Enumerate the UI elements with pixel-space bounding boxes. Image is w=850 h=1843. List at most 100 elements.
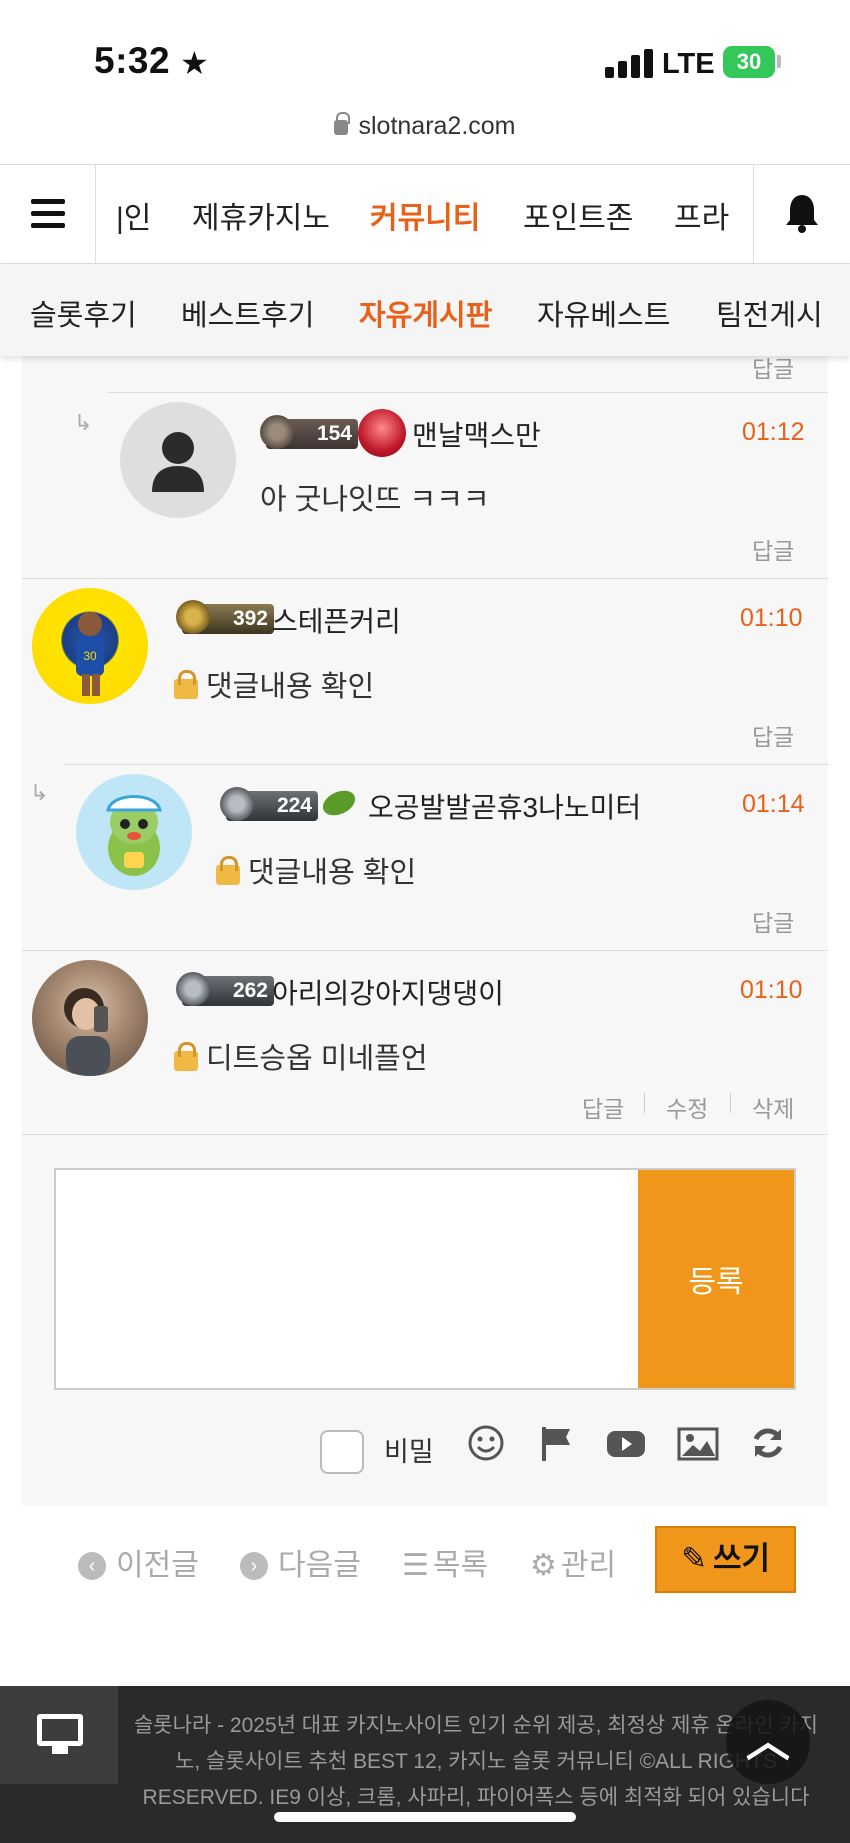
bell-icon	[786, 195, 818, 233]
notification-button[interactable]	[753, 165, 850, 263]
comment-author[interactable]: 오공발발곧휴3나노미터	[368, 786, 641, 826]
address-bar[interactable]: slotnara2.com	[0, 112, 850, 141]
nav-item-community[interactable]: 커뮤니티	[370, 193, 480, 237]
chevron-right-icon: ›	[240, 1552, 268, 1580]
sub-item-slot-review[interactable]: 슬롯후기	[30, 292, 137, 334]
main-nav: |인 제휴카지노 커뮤니티 포인트존 프라	[0, 164, 850, 264]
comment-text: 아 굿나잇뜨 ㅋㅋㅋ	[260, 484, 490, 516]
monitor-stand	[52, 1746, 68, 1754]
comment-section: 답글 ↳ 154 맨날맥스만 01:12 아 굿나잇뜨 ㅋㅋㅋ 답글 30 39…	[0, 356, 850, 1686]
nav-item-point-zone[interactable]: 포인트존	[523, 193, 633, 237]
reply-link[interactable]: 답글	[752, 718, 794, 752]
secret-label: 비밀	[384, 1437, 434, 1467]
lock-icon	[174, 1042, 198, 1071]
comment-author[interactable]: 스테픈커리	[272, 600, 401, 640]
comment-author[interactable]: 아리의강아지댕댕이	[272, 972, 504, 1012]
battery-tip	[777, 55, 781, 68]
prev-post-button[interactable]: ‹ 이전글	[78, 1540, 199, 1584]
delete-link[interactable]: 삭제	[752, 1090, 794, 1124]
lock-icon	[334, 112, 351, 135]
avatar[interactable]	[76, 774, 192, 890]
avatar[interactable]: 30	[32, 588, 148, 704]
url-text: slotnara2.com	[358, 112, 516, 140]
scroll-top-button[interactable]: ︿	[726, 1700, 810, 1784]
level-badge: 392	[176, 600, 274, 634]
comment-text: 디트승옵 미네플언	[174, 1035, 428, 1077]
edit-link[interactable]: 수정	[666, 1090, 708, 1124]
comment-text: 댓글내용 확인	[216, 849, 416, 891]
chevron-left-icon: ‹	[78, 1552, 106, 1580]
divider	[730, 1093, 731, 1113]
sub-item-team-board[interactable]: 팀전게시	[716, 292, 823, 334]
comment-author[interactable]: 맨날맥스만	[412, 414, 541, 454]
write-label: 쓰기	[712, 1541, 771, 1576]
sub-item-free-best[interactable]: 자유베스트	[537, 292, 670, 334]
sub-nav: 슬롯후기 베스트후기 자유게시판 자유베스트 팀전게시	[0, 264, 850, 356]
chevron-up-icon: ︿	[746, 1717, 790, 1766]
gear-icon: ⚙	[530, 1549, 557, 1582]
flag-icon[interactable]	[534, 1423, 578, 1467]
comment-text-value: 디트승옵 미네플언	[206, 1043, 428, 1075]
list-button[interactable]: ☰ 목록	[402, 1540, 488, 1584]
star-icon: ★	[180, 45, 209, 81]
avatar[interactable]	[120, 402, 236, 518]
reply-link[interactable]: 답글	[582, 1090, 624, 1124]
menu-button[interactable]	[0, 165, 96, 263]
divider	[644, 1093, 645, 1113]
nav-item-login[interactable]: |인	[116, 193, 151, 237]
character-avatar	[106, 795, 162, 876]
write-button[interactable]: ✎ 쓰기	[655, 1526, 796, 1593]
reply-arrow-icon: ↳	[30, 780, 49, 805]
battery-icon: 30	[723, 46, 775, 78]
sub-item-best-review[interactable]: 베스트후기	[181, 292, 314, 334]
nav-item-partner-casino[interactable]: 제휴카지노	[192, 193, 330, 237]
prev-post-label: 이전글	[116, 1549, 199, 1582]
emoji-icon[interactable]	[464, 1423, 508, 1467]
siren-icon	[358, 409, 406, 457]
comment-text-value: 댓글내용 확인	[206, 671, 375, 703]
comment-item	[22, 578, 828, 764]
level-badge: 154	[260, 415, 358, 449]
profile-photo	[64, 988, 110, 1076]
home-indicator	[274, 1812, 576, 1822]
comment-text: 댓글내용 확인	[174, 663, 374, 705]
submit-button[interactable]: 등록	[638, 1170, 794, 1388]
secret-checkbox[interactable]	[320, 1430, 364, 1474]
network-label: LTE	[662, 48, 715, 80]
youtube-icon[interactable]	[604, 1423, 648, 1467]
comment-input[interactable]	[56, 1170, 639, 1388]
manage-button[interactable]: ⚙ 관리	[530, 1540, 616, 1584]
default-user-icon	[152, 432, 204, 492]
refresh-icon[interactable]	[746, 1423, 790, 1467]
list-icon: ☰	[402, 1549, 429, 1582]
lock-icon	[216, 856, 240, 885]
comment-time: 01:10	[740, 604, 803, 632]
monitor-icon	[37, 1714, 83, 1746]
reply-link[interactable]: 답글	[752, 532, 794, 566]
reply-arrow-icon: ↳	[74, 410, 93, 435]
player-photo: 30	[76, 612, 104, 696]
reply-link[interactable]: 답글	[752, 904, 794, 938]
comment-form: 등록	[54, 1168, 796, 1390]
main-nav-items: |인 제휴카지노 커뮤니티 포인트존 프라	[96, 165, 753, 263]
image-icon[interactable]	[676, 1423, 720, 1467]
status-bar: 5:32 ★ LTE 30 slotnara2.com	[0, 0, 850, 140]
comment-time: 01:14	[742, 790, 805, 818]
comment-time: 01:10	[740, 976, 803, 1004]
sub-item-free-board[interactable]: 자유게시판	[359, 292, 492, 334]
next-post-label: 다음글	[278, 1549, 361, 1582]
status-time: 5:32	[94, 40, 171, 81]
comment-text-value: 댓글내용 확인	[248, 857, 417, 889]
pencil-icon: ✎	[680, 1541, 707, 1576]
manage-label: 관리	[560, 1549, 617, 1582]
comment-time: 01:12	[742, 418, 805, 446]
next-post-button[interactable]: › 다음글	[240, 1540, 361, 1584]
svg-text:30: 30	[83, 649, 97, 663]
avatar[interactable]	[32, 960, 148, 1076]
nav-item-pra[interactable]: 프라	[674, 193, 729, 237]
level-badge: 224	[220, 787, 318, 821]
pc-version-button[interactable]	[0, 1686, 118, 1784]
list-label: 목록	[432, 1549, 489, 1582]
footer-text: 슬롯나라 - 2025년 대표 카지노사이트 인기 순위 제공, 최정상 제휴 …	[133, 1714, 818, 1809]
level-badge: 262	[176, 972, 274, 1006]
